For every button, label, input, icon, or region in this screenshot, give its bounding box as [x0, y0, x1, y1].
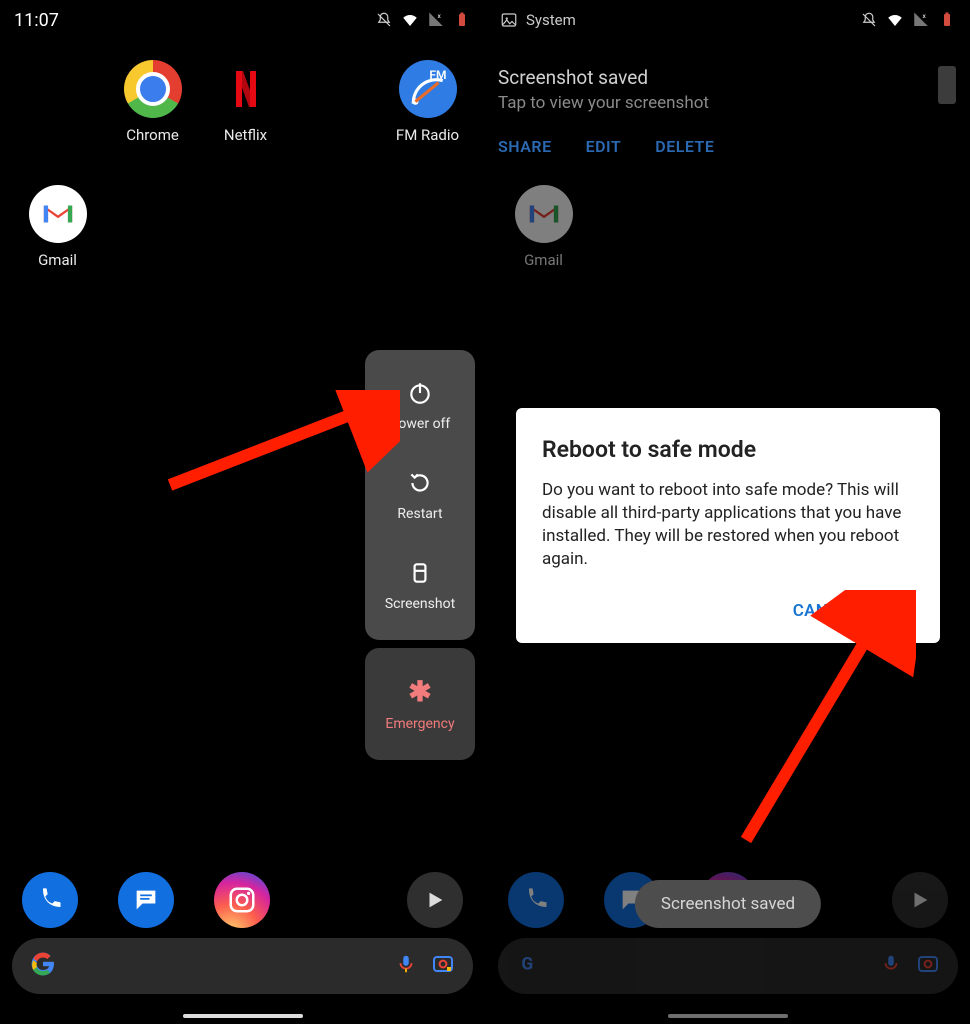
power-menu-card: Power off Restart Screenshot: [365, 350, 475, 640]
image-icon: [500, 11, 518, 29]
app-label: Gmail: [38, 251, 77, 269]
chrome-icon: [124, 60, 182, 118]
phone-app[interactable]: [22, 872, 78, 928]
netflix-icon: [217, 60, 275, 118]
status-bar: System x: [486, 0, 970, 40]
screenshot-notification[interactable]: Screenshot saved Tap to view your screen…: [498, 66, 958, 156]
home-screen-apps: Gmail: [486, 50, 970, 60]
battery-icon: [938, 11, 956, 29]
search-bar[interactable]: G: [498, 938, 958, 994]
power-off-option[interactable]: Power off: [365, 360, 475, 450]
messages-icon: [132, 886, 160, 914]
dialog-title: Reboot to safe mode: [542, 436, 914, 463]
toast: Screenshot saved: [635, 880, 821, 928]
screenshot-2: System x Screenshot saved Tap to view yo…: [485, 0, 970, 1024]
search-bar[interactable]: [12, 938, 473, 994]
emergency-icon: ✱: [408, 678, 431, 706]
wifi-icon: [886, 11, 904, 29]
mic-icon[interactable]: [880, 953, 902, 979]
battery-icon: [453, 11, 471, 29]
app-label: Netflix: [224, 126, 267, 144]
app-gmail[interactable]: Gmail: [496, 185, 591, 269]
fm-radio-icon: FM: [399, 60, 457, 118]
restart-icon: [407, 470, 433, 496]
svg-text:G: G: [521, 954, 533, 974]
ok-button[interactable]: OK: [891, 601, 914, 621]
app-chrome[interactable]: Chrome: [105, 60, 200, 144]
dnd-off-icon: [860, 11, 878, 29]
clock-text: 11:07: [14, 10, 59, 31]
signal-icon: x: [912, 11, 930, 29]
notification-subtitle: Tap to view your screenshot: [498, 93, 958, 113]
dock: [0, 872, 485, 928]
dnd-off-icon: [375, 11, 393, 29]
screenshot-icon: [407, 560, 433, 586]
play-store-app[interactable]: [407, 872, 463, 928]
phone-app[interactable]: [508, 872, 564, 928]
app-netflix[interactable]: Netflix: [198, 60, 293, 144]
app-gmail[interactable]: Gmail: [10, 185, 105, 269]
gesture-bar[interactable]: [183, 1014, 303, 1018]
svg-text:x: x: [923, 12, 927, 20]
app-label: FM Radio: [396, 126, 459, 144]
play-icon: [424, 889, 446, 911]
svg-text:x: x: [438, 12, 442, 20]
home-screen-apps: Chrome Netflix FM FM Radio Gmail: [0, 50, 485, 60]
screenshot-option[interactable]: Screenshot: [365, 540, 475, 630]
gmail-icon: [29, 185, 87, 243]
restart-option[interactable]: Restart: [365, 450, 475, 540]
instagram-app[interactable]: [214, 872, 270, 928]
status-bar: 11:07 x: [0, 0, 485, 40]
cancel-button[interactable]: CANCEL: [793, 601, 859, 621]
app-fm-radio[interactable]: FM FM Radio: [380, 60, 475, 144]
annotation-arrow-poweroff: [150, 390, 400, 500]
edit-button[interactable]: EDIT: [586, 137, 622, 156]
signal-icon: x: [427, 11, 445, 29]
mic-icon[interactable]: [395, 953, 417, 979]
lens-icon[interactable]: [431, 952, 455, 980]
emergency-option[interactable]: ✱ Emergency: [365, 648, 475, 760]
dialog-body: Do you want to reboot into safe mode? Th…: [542, 479, 914, 571]
safe-mode-dialog: Reboot to safe mode Do you want to reboo…: [516, 408, 940, 643]
share-button[interactable]: SHARE: [498, 137, 552, 156]
play-store-app[interactable]: [892, 872, 948, 928]
phone-icon: [36, 886, 64, 914]
app-label: Gmail: [524, 251, 563, 269]
notification-title: Screenshot saved: [498, 66, 958, 89]
gmail-icon: [515, 185, 573, 243]
lens-icon[interactable]: [916, 952, 940, 980]
wifi-icon: [401, 11, 419, 29]
app-label: Chrome: [126, 126, 179, 144]
google-g-icon: G: [516, 951, 542, 981]
gesture-bar[interactable]: [668, 1014, 788, 1018]
screenshot-1: 11:07 x Chrome Netflix: [0, 0, 485, 1024]
power-icon: [407, 380, 433, 406]
delete-button[interactable]: DELETE: [655, 137, 714, 156]
google-g-icon: [30, 951, 56, 981]
screenshot-thumbnail[interactable]: [938, 66, 956, 104]
power-menu: Power off Restart Screenshot ✱ Emergency: [365, 350, 475, 760]
instagram-icon: [227, 885, 257, 915]
status-app-name: System: [526, 11, 576, 29]
messages-app[interactable]: [118, 872, 174, 928]
